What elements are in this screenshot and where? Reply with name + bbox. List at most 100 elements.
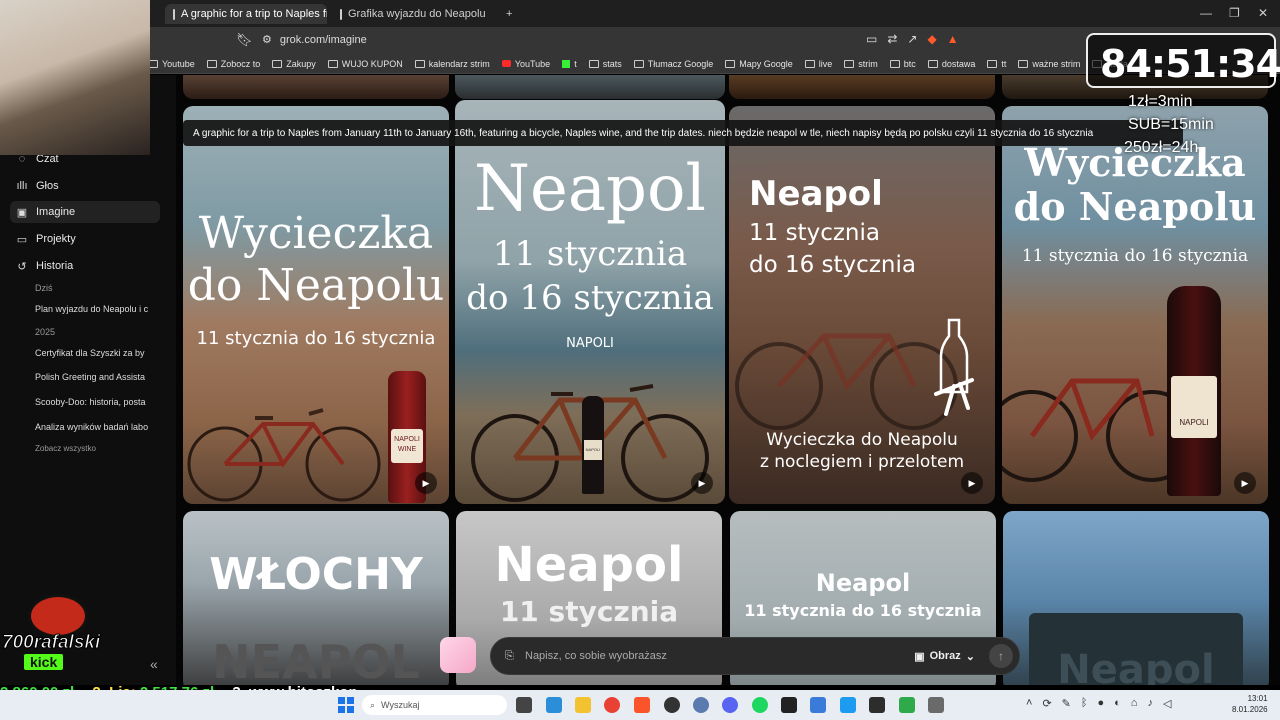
image-card-8[interactable]: Neapol [1003, 511, 1269, 685]
folder-icon [327, 59, 338, 68]
bookmark-item[interactable]: WUJO KUPON [327, 59, 403, 69]
history-item[interactable]: Plan wyjazdu do Neapolu i c [35, 304, 155, 314]
tray-icon[interactable]: ◐ [1114, 697, 1121, 710]
sidebar-item-imagine[interactable]: ▣ Imagine [10, 201, 160, 223]
bookmark-label: tt [1001, 58, 1007, 69]
bookmark-item[interactable]: Mapy Google [725, 59, 793, 69]
image-card[interactable] [455, 75, 725, 99]
bookmark-icon[interactable]: 🔖︎ [236, 32, 253, 48]
bookmark-item[interactable]: tt [987, 59, 1006, 69]
discord-icon[interactable] [722, 697, 738, 713]
collapse-sidebar-icon[interactable]: « [150, 656, 158, 672]
app-icon[interactable] [546, 697, 562, 713]
card-subtitle: NEAPOL [212, 635, 420, 685]
site-icon [501, 60, 511, 67]
new-tab-button[interactable]: + [498, 4, 520, 24]
maximize-icon[interactable]: ❐ [1229, 6, 1240, 20]
start-menu-icon[interactable] [338, 697, 354, 713]
image-card-3[interactable]: Neapol 11 stycznia do 16 stycznia Wyciec… [729, 106, 995, 504]
bookmark-item[interactable]: stats [588, 59, 622, 69]
tray-icon[interactable]: ● [1097, 697, 1104, 710]
sidebar-item-historia[interactable]: ↺ Historia [16, 255, 161, 277]
folder-icon [414, 59, 425, 68]
bookmark-item[interactable]: btc [889, 59, 916, 69]
sidebar-item-label: Projekty [36, 233, 76, 245]
translate-icon[interactable]: ⇄ [887, 32, 897, 46]
app-icon[interactable] [899, 697, 915, 713]
search-placeholder: Wyszukaj [381, 700, 420, 710]
volume-icon[interactable]: ◁ [1163, 697, 1171, 710]
taskbar-clock[interactable]: 13:01 8.01.2026 [1232, 693, 1268, 715]
tab-title: A graphic for a trip to Naples fro [181, 8, 327, 20]
logo-subtext: kick [24, 654, 64, 670]
share-icon[interactable]: ↗ [907, 32, 917, 46]
app-icon[interactable] [810, 697, 826, 713]
play-icon[interactable]: ▶ [691, 472, 713, 494]
page-icon [340, 8, 342, 20]
bookmark-item[interactable]: dostawa [927, 59, 975, 69]
history-item[interactable]: Polish Greeting and Assista [35, 372, 155, 382]
image-card-5[interactable]: WŁOCHY NEAPOL [183, 511, 449, 685]
play-icon[interactable]: ▶ [1234, 472, 1256, 494]
site-settings-icon[interactable]: ⚙︎ [262, 33, 272, 46]
mode-selector[interactable]: ▣ Obraz ⌄ [914, 650, 975, 663]
sidebar-item-glos[interactable]: ıllı Głos [16, 175, 161, 197]
app-icon[interactable] [840, 697, 856, 713]
bookmark-item[interactable]: t [562, 59, 577, 69]
minimize-icon[interactable]: — [1200, 6, 1212, 20]
bookmark-item[interactable]: kalendarz strim [414, 59, 490, 69]
image-card-1[interactable]: Wycieczka do Neapolu 11 stycznia do 16 s… [183, 106, 449, 504]
spotify-icon[interactable] [752, 697, 768, 713]
bookmark-item[interactable]: Tłumacz Google [633, 59, 713, 69]
play-icon[interactable]: ▶ [961, 472, 983, 494]
microphone-icon[interactable]: ♪ [1147, 697, 1153, 710]
network-icon[interactable]: ⌂ [1131, 697, 1138, 710]
bluetooth-icon[interactable]: ᛒ [1081, 697, 1088, 710]
brave-shield-icon[interactable]: ◆ [927, 32, 936, 46]
url-field[interactable]: ⚙︎ grok.com/imagine [262, 33, 367, 47]
app-icon[interactable] [928, 697, 944, 713]
bookmark-item[interactable]: YouTube [501, 59, 550, 69]
app-icon[interactable] [869, 697, 885, 713]
tray-icon[interactable]: ✎ [1062, 697, 1071, 710]
prompt-composer[interactable]: ⎘ Napisz, co sobie wyobrażasz ▣ Obraz ⌄ … [490, 637, 1020, 675]
app-icon[interactable] [664, 697, 680, 713]
bookmark-item[interactable]: Zakupy [272, 59, 316, 69]
wine-bottle: NAPOLI [1167, 286, 1221, 496]
brave-icon[interactable] [634, 697, 650, 713]
sidebar-item-projekty[interactable]: ▭ Projekty [16, 228, 161, 250]
file-explorer-icon[interactable] [575, 697, 591, 713]
tab-second[interactable]: Grafika wyjazdu do Neapolu [332, 4, 492, 24]
bookmark-item[interactable]: strim [844, 59, 878, 69]
history-item[interactable]: Scooby-Doo: historia, posta [35, 397, 155, 407]
cast-icon[interactable]: ▭ [866, 32, 877, 46]
bookmark-item[interactable]: ważne strim [1018, 59, 1080, 69]
image-card-4[interactable]: Wycieczka do Neapolu 11 stycznia do 16 s… [1002, 106, 1268, 504]
close-window-icon[interactable]: ✕ [1258, 6, 1268, 20]
voice-icon: ıllı [16, 180, 28, 192]
image-card[interactable] [183, 75, 449, 99]
obs-icon[interactable] [781, 697, 797, 713]
send-button[interactable]: ↑ [989, 644, 1013, 668]
app-icon[interactable] [693, 697, 709, 713]
system-tray: ˄ ⟳ ✎ ᛒ ● ◐ ⌂ ♪ ◁ [1026, 697, 1171, 710]
card-title: WŁOCHY [209, 549, 423, 600]
prompt-input[interactable]: Napisz, co sobie wyobrażasz [525, 650, 914, 662]
bookmark-item[interactable]: Youtube [148, 59, 195, 69]
brave-rewards-icon[interactable]: ▲ [947, 32, 959, 46]
task-view-icon[interactable] [516, 697, 532, 713]
see-all-link[interactable]: Zobacz wszystko [35, 444, 155, 453]
bookmark-item[interactable]: Zobocz to [206, 59, 260, 69]
tray-icon[interactable]: ⟳ [1042, 697, 1051, 710]
history-item[interactable]: Analiza wyników badań labo [35, 422, 155, 432]
chevron-up-icon[interactable]: ˄ [1026, 697, 1032, 710]
history-item[interactable]: Certyfikat dla Szyszki za by [35, 348, 155, 358]
taskbar-search[interactable]: ⌕ Wyszukaj [362, 695, 507, 715]
image-card-2[interactable]: Neapol 11 stycznia do 16 stycznia NAPOLI… [455, 100, 725, 504]
attach-icon[interactable]: ⎘ [505, 650, 517, 663]
bookmark-item[interactable]: live [804, 59, 832, 69]
image-card[interactable] [729, 75, 995, 99]
tab-active[interactable]: A graphic for a trip to Naples fro × [165, 4, 327, 24]
chrome-icon[interactable] [604, 697, 620, 713]
play-icon[interactable]: ▶ [415, 472, 437, 494]
